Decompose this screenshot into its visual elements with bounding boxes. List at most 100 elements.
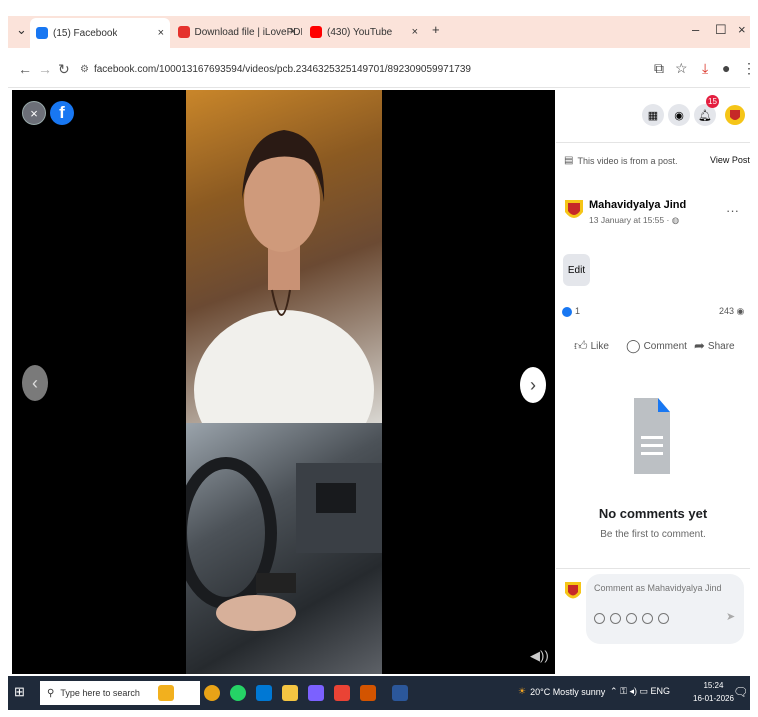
menu-grid-icon[interactable]: ▦ [642, 104, 664, 126]
sticker-icon[interactable] [658, 613, 669, 624]
video-frame-car-dashboard [186, 423, 382, 674]
facebook-favicon-icon [36, 27, 48, 39]
install-app-icon[interactable]: ⧉ [654, 60, 664, 77]
edit-button[interactable]: Edit [563, 254, 590, 286]
profile-icon[interactable]: ● [722, 60, 730, 76]
notification-badge: 15 [706, 95, 719, 108]
close-viewer-button[interactable]: × [22, 101, 46, 125]
tray-chevron-icon[interactable]: ⌃ [610, 686, 618, 696]
post-panel: ▦ ◉ 🔔︎ 15 ▤ This video is from a post. V… [556, 90, 750, 674]
download-icon[interactable]: ⤓ [702, 60, 708, 77]
tab-close-icon[interactable]: × [290, 26, 296, 38]
clock-date: 16-01-2026 [693, 694, 734, 703]
page-avatar[interactable] [564, 198, 584, 222]
ilovepdf-favicon-icon [178, 26, 190, 38]
weather-widget[interactable]: ☀ 20°C Mostly sunny [518, 686, 605, 697]
weather-sun-icon: ☀ [518, 686, 527, 696]
share-label: Share [707, 340, 735, 352]
post-timestamp[interactable]: 13 January at 15:55 · ◍ [589, 215, 679, 226]
previous-video-button[interactable]: ‹ [22, 365, 48, 401]
comment-bubble-icon: ◯ [626, 338, 641, 353]
comment-button[interactable]: ◯ Comment [626, 338, 687, 354]
clock[interactable]: 15:24 16-01-2026 [693, 679, 734, 705]
comment-input[interactable] [594, 583, 734, 593]
view-post-link[interactable]: View Post [710, 155, 750, 165]
gif-icon[interactable] [642, 613, 653, 624]
browser-app-icon[interactable] [334, 685, 350, 701]
tab-label: (430) YouTube [327, 26, 393, 38]
new-tab-button[interactable]: + [432, 22, 440, 37]
no-comments-title: No comments yet [598, 506, 708, 521]
page-name-link[interactable]: Mahavidyalya Jind [589, 199, 686, 211]
language-indicator[interactable]: ENG [651, 686, 671, 696]
file-explorer-icon[interactable] [282, 685, 298, 701]
system-tray[interactable]: ⌃ ⚿ ◂) ▭ ENG [610, 686, 670, 697]
tab-ilovepdf[interactable]: Download file | iLovePDF × [172, 19, 302, 45]
commenter-avatar [565, 582, 581, 599]
share-arrow-icon: ➦ [694, 338, 705, 353]
youtube-favicon-icon [310, 26, 322, 38]
video-frame-speaker [186, 90, 382, 423]
like-label: Like [590, 340, 609, 352]
tab-label: (15) Facebook [53, 27, 118, 39]
chrome-icon[interactable] [204, 685, 220, 701]
tab-label: Download file | iLovePDF [194, 26, 303, 38]
battery-icon[interactable]: ▭ [639, 686, 648, 696]
forward-button[interactable]: → [38, 61, 52, 77]
post-source-note: ▤ This video is from a post. [564, 155, 678, 166]
next-video-button[interactable]: › [520, 367, 546, 403]
tab-close-icon[interactable]: × [158, 27, 164, 39]
office-app-icon[interactable] [360, 685, 376, 701]
notification-center-icon[interactable]: 🗨︎ [733, 685, 748, 699]
like-button[interactable]: 👍︎ Like [574, 338, 609, 354]
tab-facebook[interactable]: (15) Facebook × [30, 18, 170, 48]
back-button[interactable]: ← [18, 61, 32, 77]
bookmark-star-icon[interactable]: ☆ [675, 60, 688, 77]
whatsapp-icon[interactable] [230, 685, 246, 701]
messenger-icon[interactable]: ◉ [668, 104, 690, 126]
tab-search-icon[interactable]: ⌄ [16, 22, 27, 38]
minimize-button[interactable]: – [692, 22, 699, 37]
video-viewer[interactable]: × f ‹ › ◀)) [12, 90, 555, 674]
app-icon[interactable] [308, 685, 324, 701]
clock-time: 15:24 [703, 681, 724, 690]
tab-youtube[interactable]: (430) YouTube × [304, 19, 424, 45]
weather-text: 20°C Mostly sunny [530, 686, 606, 697]
menu-kebab-icon[interactable]: ⋮ [742, 60, 756, 77]
network-icon[interactable]: ⚿ [620, 686, 627, 696]
post-more-options-icon[interactable]: ··· [726, 203, 739, 218]
send-icon[interactable]: ➤ [726, 610, 735, 623]
divider [556, 142, 750, 143]
volume-tray-icon[interactable]: ◂) [629, 686, 637, 696]
divider [556, 568, 750, 569]
widgets-icon[interactable] [158, 685, 174, 701]
post-doc-icon: ▤ [564, 155, 574, 166]
taskbar-search[interactable]: ⚲ Type here to search [40, 681, 200, 705]
eye-icon: ◉ [736, 306, 745, 316]
reaction-count[interactable]: 1 [575, 306, 580, 316]
maximize-button[interactable]: ☐ [715, 22, 727, 38]
avatar-sticker-icon[interactable] [594, 613, 605, 624]
site-info-icon[interactable]: ⚙ [80, 64, 89, 75]
views-count: 243 ◉ [719, 306, 744, 317]
windows-start-icon[interactable]: ⊞ [14, 684, 30, 700]
reload-button[interactable]: ↻ [58, 61, 70, 78]
post-note-text: This video is from a post. [577, 155, 678, 166]
share-button[interactable]: ➦ Share [694, 338, 735, 354]
search-placeholder: Type here to search [60, 688, 140, 698]
facebook-logo-icon[interactable]: f [50, 101, 74, 125]
camera-icon[interactable] [626, 613, 637, 624]
globe-icon: ◍ [671, 215, 680, 225]
edge-icon[interactable] [256, 685, 272, 701]
account-avatar[interactable] [724, 104, 746, 126]
tab-close-icon[interactable]: × [412, 26, 418, 38]
url-field[interactable]: ⚙ facebook.com/100013167693594/videos/pc… [80, 57, 560, 81]
dashboard-illustration [186, 457, 382, 631]
emoji-icon[interactable] [610, 613, 621, 624]
comment-composer[interactable]: ➤ [586, 574, 744, 644]
volume-icon[interactable]: ◀)) [530, 648, 549, 664]
word-icon[interactable] [392, 685, 408, 701]
like-reaction-icon[interactable] [562, 307, 572, 317]
speaker-illustration [194, 130, 374, 423]
close-window-button[interactable]: × [738, 22, 746, 37]
